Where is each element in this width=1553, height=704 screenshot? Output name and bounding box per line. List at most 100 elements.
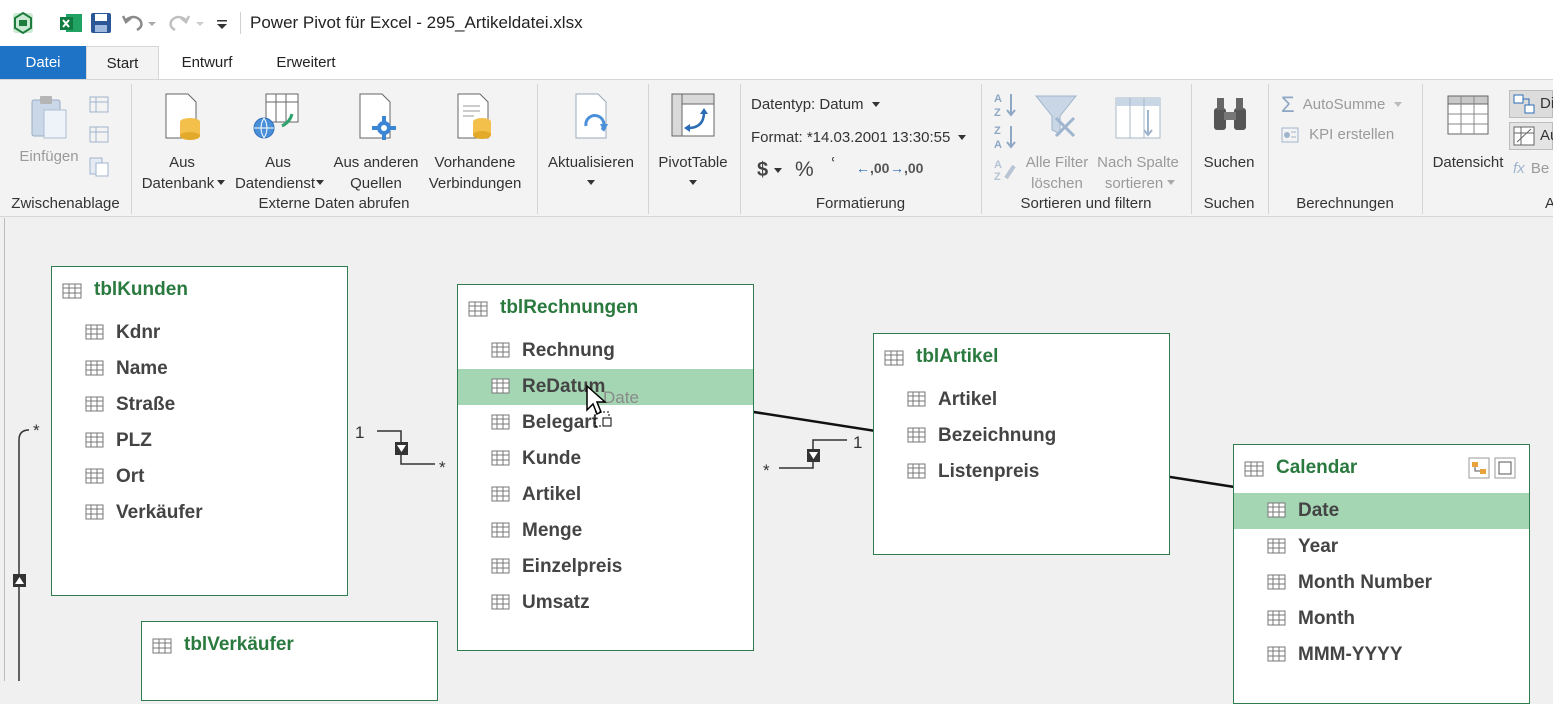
fx-icon: fx <box>1513 160 1525 177</box>
svg-text:A: A <box>994 139 1002 150</box>
field-name: PLZ <box>116 430 152 451</box>
refresh-button[interactable]: Aktualisieren <box>542 88 640 188</box>
field-date[interactable]: Date <box>1234 493 1529 529</box>
cut-icon[interactable] <box>88 94 112 116</box>
datatype-label: Datentyp: Datum <box>751 96 864 113</box>
comma-button[interactable]: ʿ <box>829 154 837 182</box>
field-kunde[interactable]: Kunde <box>458 441 753 477</box>
field-rechnung[interactable]: Rechnung <box>458 333 753 369</box>
relationship-verkaeufer-kunden[interactable] <box>18 429 30 681</box>
field-artikel[interactable]: Artikel <box>874 382 1169 418</box>
field-kdnr[interactable]: Kdnr <box>52 315 347 351</box>
currency-button[interactable]: $ <box>757 159 782 182</box>
redo-dropdown-icon[interactable] <box>194 10 206 36</box>
field-menge[interactable]: Menge <box>458 513 753 549</box>
datatype-dropdown[interactable]: Datentyp: Datum <box>751 96 880 113</box>
show-hidden-label: Be <box>1530 160 1550 177</box>
field-name: Verkäufer <box>116 502 203 523</box>
create-hierarchy-icon[interactable] <box>1468 457 1490 479</box>
decrease-decimal-button[interactable]: →,00 <box>890 160 923 176</box>
data-view-button[interactable]: Datensicht <box>1428 88 1508 178</box>
create-kpi-button[interactable]: KPI erstellen <box>1281 126 1394 143</box>
column-icon <box>1267 574 1286 590</box>
clipboard-group-label: Zwischenablage <box>11 195 120 212</box>
relationship-many-label: * <box>763 461 770 480</box>
field-strasse[interactable]: Straße <box>52 387 347 423</box>
table-tblverkaeufer[interactable]: tblVerkäufer <box>141 621 438 701</box>
calculations-group-label: Berechnungen <box>1296 195 1394 212</box>
tab-erweitert[interactable]: Erweitert <box>262 46 350 79</box>
find-button[interactable]: Suchen <box>1196 88 1262 178</box>
filter-arrow-icon <box>395 442 408 455</box>
field-ort[interactable]: Ort <box>52 459 347 495</box>
undo-icon[interactable] <box>120 10 146 36</box>
redo-icon[interactable] <box>166 10 192 36</box>
copy-icon[interactable] <box>88 124 112 146</box>
field-month-number[interactable]: Month Number <box>1234 565 1529 601</box>
existing-connections-label-2: Verbindungen <box>428 175 522 192</box>
field-listenpreis[interactable]: Listenpreis <box>874 454 1169 490</box>
field-year[interactable]: Year <box>1234 529 1529 565</box>
format-label: Format: *14.03.2001 13:30:55 <box>751 129 951 146</box>
maximize-table-icon[interactable] <box>1494 457 1516 479</box>
calculation-area-button[interactable]: Au <box>1509 122 1553 150</box>
column-icon <box>1267 610 1286 626</box>
field-verkaeufer[interactable]: Verkäufer <box>52 495 347 531</box>
diagram-view-label: Di <box>1540 95 1553 112</box>
paste-special-icon[interactable] <box>88 156 112 178</box>
customize-qat-icon[interactable] <box>214 10 230 36</box>
pivottable-button[interactable]: PivotTable <box>654 88 732 188</box>
field-month[interactable]: Month <box>1234 601 1529 637</box>
existing-connections-button[interactable]: Vorhandene Verbindungen <box>424 88 526 192</box>
field-name: Year <box>1298 536 1339 557</box>
percent-button[interactable]: % <box>795 158 814 182</box>
diagram-canvas[interactable]: 1 * * 1 * tblKunden Kdnr Name Straße PLZ… <box>4 218 1553 704</box>
from-data-service-button[interactable]: Aus Datendienst <box>230 88 326 192</box>
dropdown-arrow-icon <box>689 180 697 185</box>
clear-sort-icon[interactable]: AZ <box>992 156 1018 182</box>
table-title: tblRechnungen <box>500 297 639 318</box>
from-database-button[interactable]: Aus Datenbank <box>138 88 226 192</box>
svg-text:A: A <box>994 93 1002 105</box>
diagram-view-button[interactable]: Di <box>1509 90 1553 118</box>
tab-entwurf[interactable]: Entwurf <box>166 46 248 79</box>
sort-ascending-icon[interactable]: AZ <box>992 90 1018 118</box>
field-einzelpreis[interactable]: Einzelpreis <box>458 549 753 585</box>
column-icon <box>491 522 510 538</box>
table-tblartikel[interactable]: tblArtikel Artikel Bezeichnung Listenpre… <box>873 333 1170 555</box>
field-name: Kdnr <box>116 322 161 343</box>
table-icon <box>62 283 82 299</box>
autosum-button[interactable]: Σ AutoSumme <box>1281 92 1402 118</box>
sort-by-column-button[interactable]: Nach Spalte sortieren <box>1094 88 1182 192</box>
column-icon <box>85 468 104 484</box>
table-tblrechnungen[interactable]: tblRechnungen Rechnung ReDatum Belegart … <box>457 284 754 651</box>
column-icon <box>907 463 926 479</box>
from-other-sources-button[interactable]: Aus anderen Quellen <box>330 88 422 192</box>
dropdown-arrow-icon <box>587 180 595 185</box>
field-mmm-yyyy[interactable]: MMM-YYYY <box>1234 637 1529 673</box>
undo-dropdown-icon[interactable] <box>146 10 158 36</box>
field-umsatz[interactable]: Umsatz <box>458 585 753 621</box>
from-database-label-2: Datenbank <box>141 175 215 192</box>
sort-descending-icon[interactable]: ZA <box>992 122 1018 150</box>
field-plz[interactable]: PLZ <box>52 423 347 459</box>
clear-all-filters-button[interactable]: Alle Filter löschen <box>1022 88 1092 192</box>
paste-button[interactable]: Einfügen <box>14 90 84 170</box>
table-calendar[interactable]: Calendar Date Year Month Number Month MM… <box>1233 444 1530 704</box>
tab-datei[interactable]: Datei <box>0 46 86 79</box>
format-dropdown[interactable]: Format: *14.03.2001 13:30:55 <box>751 129 967 146</box>
field-bezeichnung[interactable]: Bezeichnung <box>874 418 1169 454</box>
table-icon <box>152 638 172 654</box>
increase-decimal-button[interactable]: ←,00 <box>856 160 889 176</box>
field-artikel[interactable]: Artikel <box>458 477 753 513</box>
ribbon-tabs: Datei Start Entwurf Erweitert <box>0 46 1553 80</box>
field-name[interactable]: Name <box>52 351 347 387</box>
external-data-group-label: Externe Daten abrufen <box>258 195 410 212</box>
excel-icon[interactable] <box>58 10 84 36</box>
column-icon <box>907 391 926 407</box>
show-hidden-button[interactable]: fx Be <box>1513 160 1549 177</box>
currency-symbol: $ <box>757 159 769 181</box>
table-tblkunden[interactable]: tblKunden Kdnr Name Straße PLZ Ort Verkä… <box>51 266 348 596</box>
tab-start[interactable]: Start <box>86 46 159 80</box>
save-icon[interactable] <box>88 10 114 36</box>
